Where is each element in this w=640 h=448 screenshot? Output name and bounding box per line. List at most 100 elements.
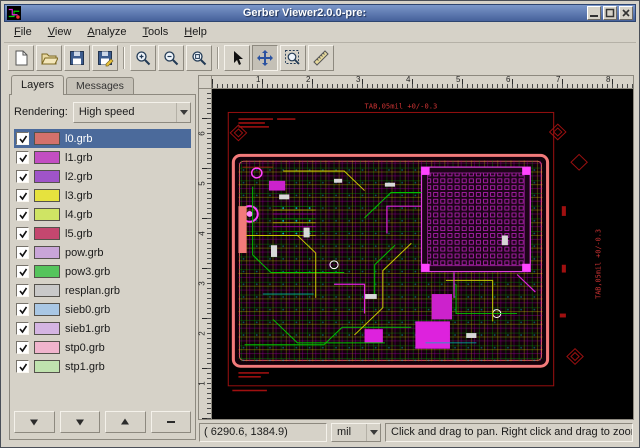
tab-messages[interactable]: Messages <box>66 77 134 95</box>
pointer-tool-button[interactable] <box>224 45 250 71</box>
layer-name: pow.grb <box>65 247 104 259</box>
rendering-combobox[interactable]: High speed <box>73 102 191 123</box>
menu-file[interactable]: File <box>6 23 40 41</box>
check-icon <box>18 210 28 220</box>
layer-visibility-checkbox[interactable] <box>16 246 29 259</box>
layer-visibility-checkbox[interactable] <box>16 303 29 316</box>
layer-color-swatch[interactable] <box>34 189 60 202</box>
gerber-canvas[interactable]: TAB,05mil +0/-0.3 TAB,05mil +0/-0.3 <box>212 89 633 419</box>
minimize-icon <box>589 8 599 18</box>
layer-row[interactable]: resplan.grb <box>14 281 191 300</box>
check-icon <box>18 324 28 334</box>
app-icon <box>7 6 21 20</box>
zoom-out-button[interactable] <box>158 45 184 71</box>
layer-color-swatch[interactable] <box>34 360 60 373</box>
layer-row[interactable]: l4.grb <box>14 205 191 224</box>
statusbar: ( 6290.6, 1384.9) mil Click and drag to … <box>198 420 634 442</box>
layer-row[interactable]: pow.grb <box>14 243 191 262</box>
layer-color-swatch[interactable] <box>34 265 60 278</box>
layer-visibility-checkbox[interactable] <box>16 151 29 164</box>
toolbar-separator <box>217 47 219 69</box>
horizontal-ruler: 1 2 3 4 5 6 7 8 <box>212 76 633 89</box>
menu-analyze[interactable]: Analyze <box>79 23 134 41</box>
rendering-row: Rendering: High speed <box>14 100 191 124</box>
check-icon <box>18 362 28 372</box>
layer-visibility-checkbox[interactable] <box>16 284 29 297</box>
layer-visibility-checkbox[interactable] <box>16 341 29 354</box>
layer-row[interactable]: l2.grb <box>14 167 191 186</box>
layer-visibility-checkbox[interactable] <box>16 132 29 145</box>
layer-color-swatch[interactable] <box>34 208 60 221</box>
ruler-label: 3 <box>198 281 207 285</box>
move-layer-down-button[interactable] <box>60 411 101 433</box>
titlebar[interactable]: Gerber Viewer2.0.0-pre: <box>4 4 636 22</box>
save-as-icon <box>96 49 114 67</box>
layer-name: sieb1.grb <box>65 323 110 335</box>
menu-view[interactable]: View <box>40 23 80 41</box>
layer-color-swatch[interactable] <box>34 132 60 145</box>
add-layer-button[interactable] <box>14 411 55 433</box>
layer-row[interactable]: l0.grb <box>14 129 191 148</box>
menu-tools[interactable]: Tools <box>135 23 177 41</box>
check-icon <box>18 248 28 258</box>
ruler-label: 5 <box>456 75 460 84</box>
layer-row[interactable]: l3.grb <box>14 186 191 205</box>
save-button[interactable] <box>64 45 90 71</box>
zoom-region-tool-button[interactable] <box>280 45 306 71</box>
close-icon <box>621 8 631 18</box>
layer-row[interactable]: sieb1.grb <box>14 319 191 338</box>
open-file-button[interactable] <box>36 45 62 71</box>
layer-color-swatch[interactable] <box>34 284 60 297</box>
layer-color-swatch[interactable] <box>34 246 60 259</box>
app-window: Gerber Viewer2.0.0-pre: File View Analyz… <box>0 0 640 448</box>
layer-row[interactable]: l1.grb <box>14 148 191 167</box>
layer-row[interactable]: l5.grb <box>14 224 191 243</box>
remove-layer-button[interactable] <box>151 411 192 433</box>
layer-color-swatch[interactable] <box>34 151 60 164</box>
layer-row[interactable]: sieb0.grb <box>14 300 191 319</box>
zoom-in-button[interactable] <box>130 45 156 71</box>
tab-layers[interactable]: Layers <box>11 75 64 95</box>
open-file-icon <box>40 49 58 67</box>
save-as-button[interactable] <box>92 45 118 71</box>
layer-visibility-checkbox[interactable] <box>16 265 29 278</box>
layer-visibility-checkbox[interactable] <box>16 227 29 240</box>
pan-icon <box>256 49 274 67</box>
layer-color-swatch[interactable] <box>34 227 60 240</box>
arrow-down-icon <box>28 416 40 428</box>
layer-visibility-checkbox[interactable] <box>16 170 29 183</box>
layer-visibility-checkbox[interactable] <box>16 208 29 221</box>
layer-visibility-checkbox[interactable] <box>16 189 29 202</box>
layer-row[interactable]: pow3.grb <box>14 262 191 281</box>
units-combobox[interactable]: mil <box>331 423 381 442</box>
layer-color-swatch[interactable] <box>34 303 60 316</box>
layer-color-swatch[interactable] <box>34 170 60 183</box>
layer-name: pow3.grb <box>65 266 110 278</box>
ruler-label: 2 <box>198 331 207 335</box>
layer-visibility-checkbox[interactable] <box>16 360 29 373</box>
chevron-down-icon <box>366 424 380 441</box>
zoom-fit-button[interactable] <box>186 45 212 71</box>
ruler-label: 3 <box>356 75 360 84</box>
menubar: File View Analyze Tools Help <box>4 22 636 43</box>
layer-row[interactable]: stp0.grb <box>14 338 191 357</box>
layer-color-swatch[interactable] <box>34 322 60 335</box>
sidebar-tabs: Layers Messages <box>9 75 196 95</box>
layer-name: l5.grb <box>65 228 93 240</box>
ruler-label: 1 <box>256 75 260 84</box>
new-file-button[interactable] <box>8 45 34 71</box>
layer-visibility-checkbox[interactable] <box>16 322 29 335</box>
layer-name: l4.grb <box>65 209 93 221</box>
layer-name: stp1.grb <box>65 361 105 373</box>
maximize-button[interactable] <box>603 6 617 20</box>
layer-color-swatch[interactable] <box>34 341 60 354</box>
pan-tool-button[interactable] <box>252 45 278 71</box>
move-layer-up-button[interactable] <box>105 411 146 433</box>
layer-row[interactable]: stp1.grb <box>14 357 191 376</box>
close-button[interactable] <box>619 6 633 20</box>
menu-help[interactable]: Help <box>176 23 215 41</box>
maximize-icon <box>605 8 615 18</box>
units-value: mil <box>337 426 366 438</box>
measure-tool-button[interactable] <box>308 45 334 71</box>
minimize-button[interactable] <box>587 6 601 20</box>
